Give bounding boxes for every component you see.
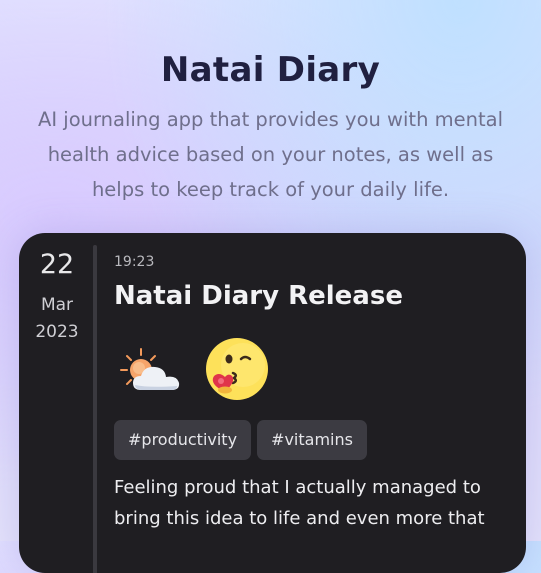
kissing-face-with-heart-icon[interactable] xyxy=(205,337,269,401)
entry-title: Natai Diary Release xyxy=(114,281,403,311)
hero-subtitle: AI journaling app that provides you with… xyxy=(37,108,503,201)
diary-entry-card[interactable]: 22 Mar 2023 19:23 Natai Diary Release #p… xyxy=(19,233,526,573)
entry-date-day: 22 xyxy=(39,249,75,280)
timeline-divider xyxy=(93,245,97,573)
entry-body: Feeling proud that I actually managed to… xyxy=(114,477,485,529)
entry-date-month: Mar xyxy=(40,295,74,315)
tag-vitamins[interactable]: #vitamins xyxy=(257,420,367,460)
hero-title: Natai Diary xyxy=(160,50,381,90)
entry-date-year: 2023 xyxy=(35,322,79,342)
tag-productivity[interactable]: #productivity xyxy=(114,420,252,460)
tag-list: #productivity #vitamins xyxy=(114,420,367,460)
sun-behind-cloud-icon[interactable] xyxy=(119,346,193,396)
entry-time: 19:23 xyxy=(114,254,155,270)
